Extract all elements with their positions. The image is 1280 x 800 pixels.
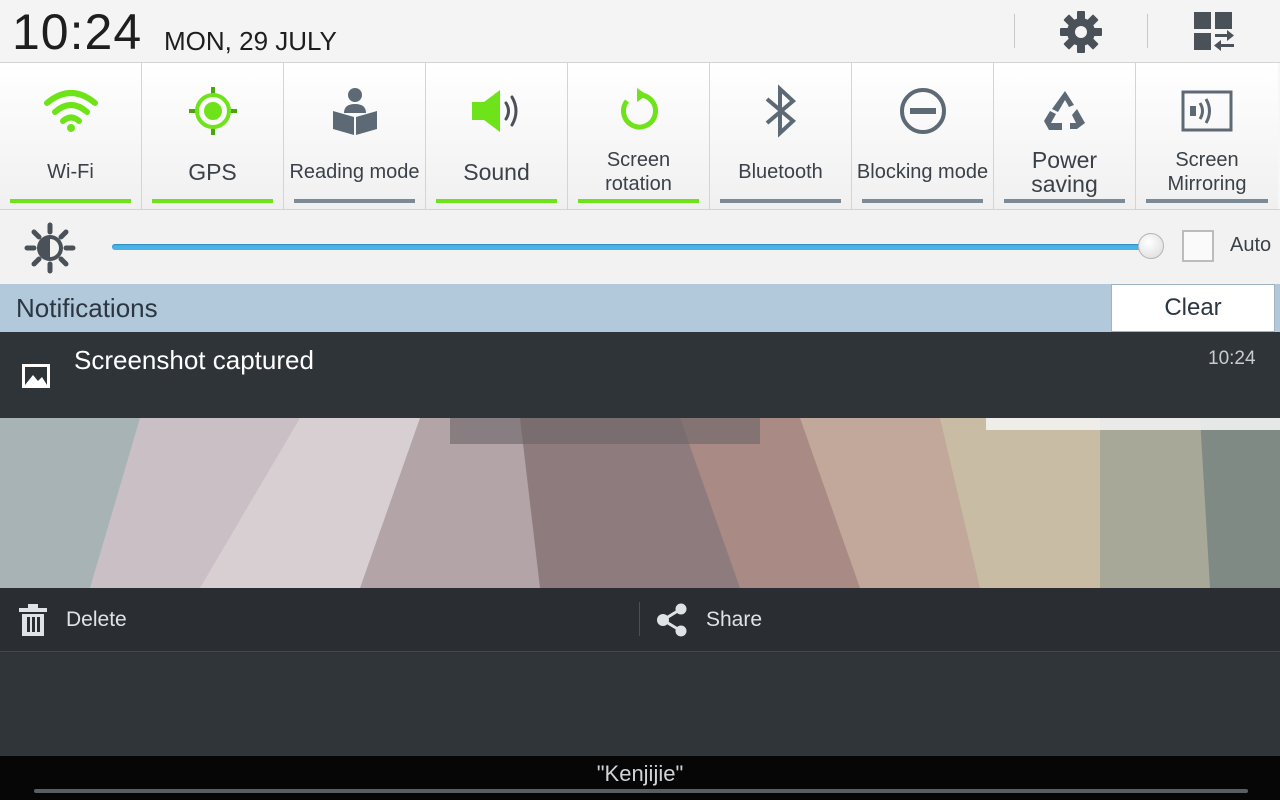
header-divider [1014,14,1015,48]
toggle-label: Wi-Fi [47,161,94,183]
carrier-label: "Kenjijie" [596,761,684,786]
clock: 10:24 [12,4,143,60]
quick-settings-toggles: Wi-Fi GPS Reading mode Sound Screen rota… [0,62,1280,210]
bluetooth-icon [765,84,796,138]
toggle-wifi[interactable]: Wi-Fi [0,63,142,209]
brightness-slider-track[interactable] [112,244,1152,250]
sound-icon [471,90,517,132]
trash-icon [19,604,47,636]
status-header: 10:24 MON, 29 JULY [0,0,1280,62]
toggle-label: Reading mode [289,161,420,183]
toggle-indicator [862,199,983,203]
toggle-label: Bluetooth [738,161,823,183]
wifi-icon [43,90,98,132]
power-saving-icon [1043,91,1085,130]
brightness-icon [24,222,76,274]
notification-actions: Delete Share [0,588,1280,652]
toggle-indicator [436,199,557,203]
share-icon [657,603,687,637]
notification-time: 10:24 [1208,348,1256,369]
toggle-indicator [294,199,415,203]
toggle-indicator [152,199,273,203]
notification-panel: 10:24 MON, 29 JULY Wi-Fi GPS Reading mod… [0,0,1280,800]
gps-icon [188,87,237,135]
toggle-bluetooth[interactable]: Bluetooth [710,63,852,209]
header-divider [1147,14,1148,48]
panel-drag-handle[interactable] [34,789,1248,793]
screenshot-preview[interactable] [0,418,1280,588]
toggle-sound[interactable]: Sound [426,63,568,209]
toggle-screen-mirroring[interactable]: Screen Mirroring [1136,63,1278,209]
image-icon [22,364,50,388]
toggle-label: GPS [188,159,237,185]
toggle-label: Screen Mirroring [1167,149,1247,195]
toggle-label: Screen rotation [605,149,672,195]
toggle-label: Power saving [1031,147,1098,197]
gear-icon [1060,11,1102,53]
empty-panel-area [0,653,1280,756]
notification-title: Screenshot captured [74,345,314,375]
brightness-row: Auto [0,210,1280,284]
notifications-header: Notifications Clear [0,284,1280,332]
brightness-slider-thumb[interactable] [1138,233,1164,259]
grid-swap-icon [1194,12,1234,51]
settings-button[interactable] [1057,8,1105,56]
toggle-indicator [578,199,699,203]
actions-divider [639,602,640,636]
reading-mode-icon [332,88,377,135]
edit-quick-settings-button[interactable] [1190,8,1238,56]
toggle-label: Blocking mode [856,161,989,183]
blocking-mode-icon [899,88,946,134]
screen-mirroring-icon [1181,90,1233,132]
screen-rotation-icon [620,88,658,130]
notification-item[interactable]: Screenshot captured 10:24 [0,332,1280,418]
auto-brightness-label: Auto [1230,234,1272,256]
toggle-gps[interactable]: GPS [142,63,284,209]
clear-button[interactable]: Clear [1111,284,1275,332]
toggle-indicator [1004,199,1125,203]
preview-image [0,418,1280,588]
delete-label: Delete [66,608,127,631]
toggle-indicator [1146,199,1268,203]
toggle-power-saving[interactable]: Power saving [994,63,1136,209]
toggle-label: Sound [463,159,530,185]
notifications-title: Notifications [16,293,158,323]
toggle-reading-mode[interactable]: Reading mode [284,63,426,209]
share-button[interactable]: Share [656,588,762,652]
bottom-bar: "Kenjijie" [0,756,1280,800]
auto-brightness-checkbox[interactable] [1182,230,1214,262]
toggle-indicator [720,199,841,203]
toggle-indicator [10,199,131,203]
toggle-blocking-mode[interactable]: Blocking mode [852,63,994,209]
date: MON, 29 JULY [164,26,337,56]
share-label: Share [706,608,763,631]
toggle-screen-rotation[interactable]: Screen rotation [568,63,710,209]
delete-button[interactable]: Delete [18,588,127,652]
